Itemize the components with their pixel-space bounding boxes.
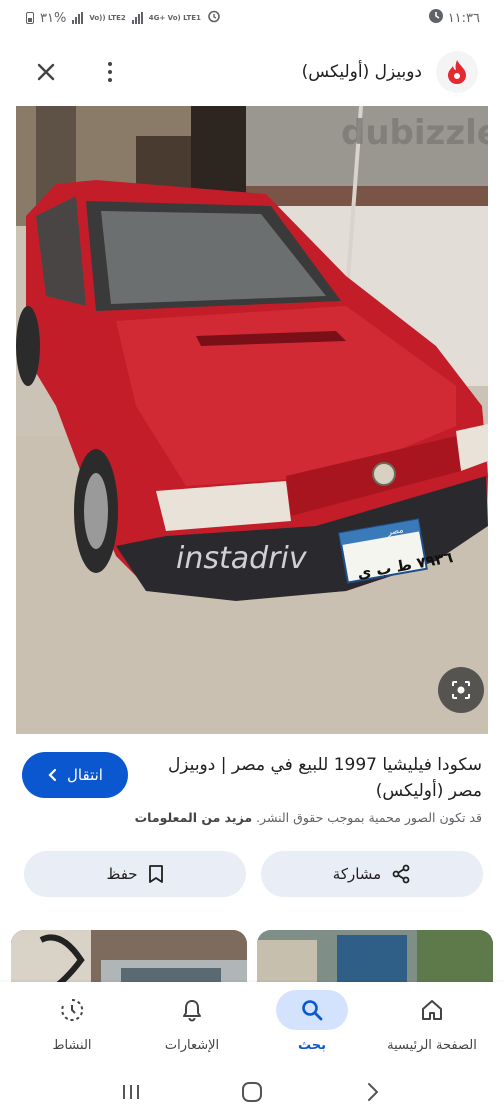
close-button[interactable] (32, 58, 60, 86)
watermark-instadriv: instadriv (176, 541, 308, 576)
nav-activity-label: النشاط (52, 1038, 92, 1053)
nav-home-label: الصفحة الرئيسية (387, 1038, 477, 1053)
chevron-left-icon (48, 768, 57, 782)
dubizzle-logo-icon (436, 51, 478, 93)
signal-icon (72, 12, 84, 24)
copyright-notice: قد تكون الصور محمية بموجب حقوق النشر. مز… (22, 810, 482, 825)
share-icon (392, 864, 410, 884)
visit-label: انتقال (67, 766, 103, 784)
bookmark-icon (148, 865, 163, 883)
status-time: ١١:٣٦ (447, 10, 480, 26)
close-icon (37, 63, 55, 81)
activity-icon (36, 990, 108, 1030)
bottom-navigation: النشاط الإشعارات بحث الصفحة الرئيسية (0, 982, 504, 1064)
bell-icon (156, 990, 228, 1030)
status-right: ١١:٣٦ (428, 8, 480, 28)
home-circle-icon (241, 1082, 262, 1102)
save-label: حفظ (106, 865, 138, 883)
signal-icon-2 (131, 12, 143, 24)
lens-icon (452, 681, 470, 699)
back-button[interactable] (353, 1072, 393, 1112)
status-icons: ٣١% Vo)) LTE2 4G+ Vo) LTE1 (26, 9, 221, 27)
site-title: دوبيزل (أوليكس) (301, 62, 422, 82)
visit-button[interactable]: انتقال (22, 752, 128, 798)
home-button[interactable] (232, 1072, 272, 1112)
alarm-icon (207, 9, 221, 27)
result-image[interactable]: dubizzle ٧٩٣٦ ط ب ى مصر instadriv (16, 106, 488, 734)
more-info-link[interactable]: مزيد من المعلومات (135, 810, 252, 825)
copyright-text: قد تكون الصور محمية بموجب حقوق النشر. (256, 810, 482, 825)
nav-notifications[interactable]: الإشعارات (132, 982, 252, 1064)
viewer-header: دوبيزل (أوليكس) (0, 44, 504, 100)
clock-icon (428, 8, 444, 28)
nav-activity[interactable]: النشاط (12, 982, 132, 1064)
battery-icon (26, 12, 34, 24)
network-label-1: Vo)) LTE2 (89, 13, 126, 22)
chevron-right-icon (368, 1083, 379, 1101)
home-icon (396, 990, 468, 1030)
share-label: مشاركة (332, 865, 382, 883)
watermark-dubizzle: dubizzle (341, 113, 488, 153)
related-image-thumbnail[interactable] (257, 930, 493, 990)
recents-icon (122, 1085, 139, 1099)
site-info[interactable]: دوبيزل (أوليكس) (302, 51, 478, 93)
result-title[interactable]: سكودا فيليشيا 1997 للبيع في مصر | دوبيزل… (152, 752, 482, 804)
battery-percent: ٣١% (40, 10, 67, 26)
related-image-thumbnail[interactable] (11, 930, 247, 990)
recent-apps-button[interactable] (111, 1072, 151, 1112)
visual-search-button[interactable] (438, 667, 484, 713)
share-button[interactable]: مشاركة (261, 851, 483, 897)
status-bar: ٣١% Vo)) LTE2 4G+ Vo) LTE1 ١١:٣٦ (0, 0, 504, 36)
car-photo: dubizzle ٧٩٣٦ ط ب ى مصر instadriv (16, 106, 488, 734)
save-button[interactable]: حفظ (24, 851, 246, 897)
network-label-2: 4G+ Vo) LTE1 (148, 13, 201, 22)
header-actions (32, 58, 124, 86)
nav-notifications-label: الإشعارات (164, 1038, 220, 1053)
search-icon (276, 990, 348, 1030)
nav-search-label: بحث (297, 1038, 326, 1053)
more-options-button[interactable] (96, 58, 124, 86)
system-navigation (0, 1064, 504, 1120)
nav-home[interactable]: الصفحة الرئيسية (372, 982, 492, 1064)
nav-search[interactable]: بحث (252, 982, 372, 1064)
